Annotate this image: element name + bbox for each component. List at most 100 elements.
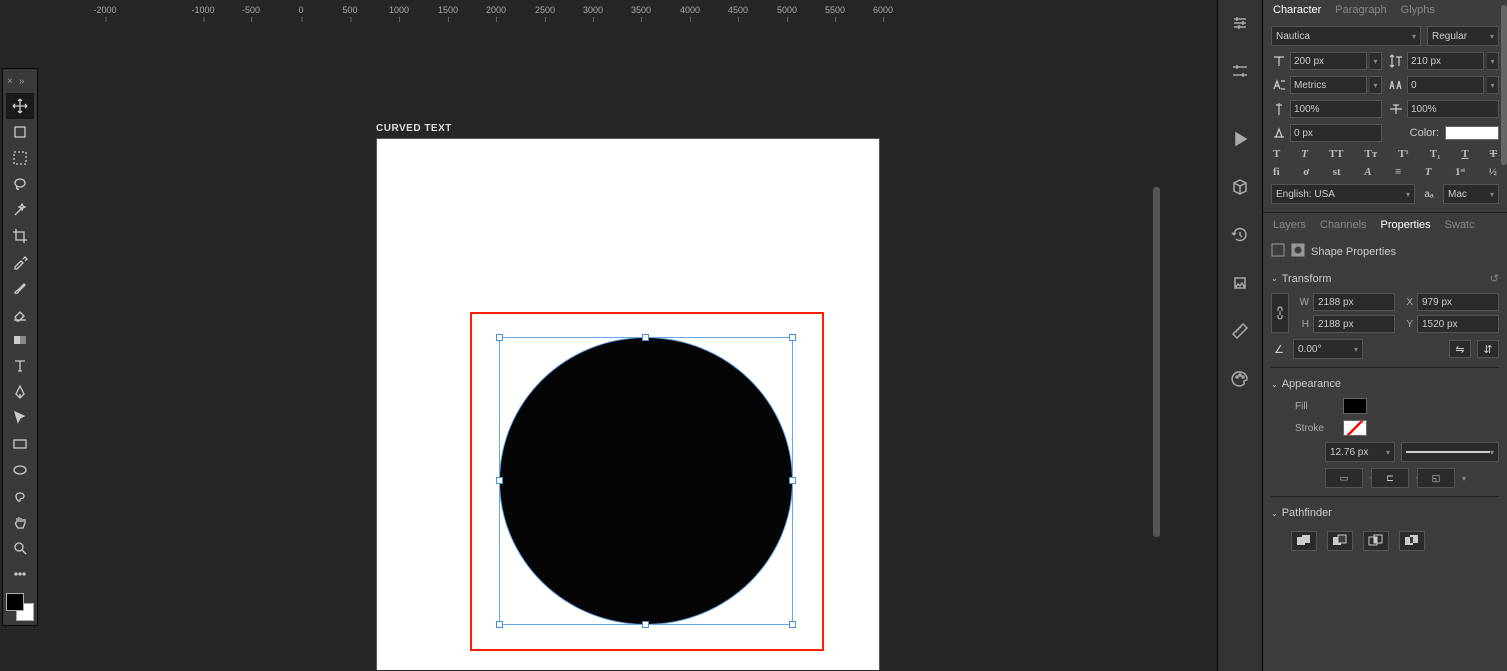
- path-select-tool[interactable]: [6, 405, 34, 431]
- swash-button[interactable]: A: [1364, 166, 1371, 178]
- move-tool[interactable]: [6, 93, 34, 119]
- font-style-dropdown[interactable]: Regular▾: [1427, 26, 1499, 46]
- width-field[interactable]: W2188 px: [1295, 293, 1395, 311]
- hscale-field[interactable]: 100%: [1388, 100, 1499, 118]
- tab-channels[interactable]: Channels: [1320, 219, 1366, 231]
- strikethrough-button[interactable]: T: [1490, 148, 1497, 160]
- antialias-dropdown[interactable]: Mac▾: [1443, 184, 1499, 204]
- section-appearance[interactable]: ⌄ Appearance: [1271, 376, 1499, 392]
- tab-layers[interactable]: Layers: [1273, 219, 1306, 231]
- canvas[interactable]: CURVED TEXT: [40, 25, 1160, 670]
- zoom-tool[interactable]: [6, 535, 34, 561]
- expand-icon[interactable]: »: [19, 76, 25, 87]
- pathfinder-intersect[interactable]: [1363, 531, 1389, 551]
- ruler-tick: 0: [298, 5, 303, 15]
- stroke-align-dropdown[interactable]: ▭: [1325, 468, 1363, 488]
- stroke-caps-dropdown[interactable]: ⊏: [1371, 468, 1409, 488]
- stroke-swatch[interactable]: [1343, 420, 1367, 436]
- more-tools[interactable]: [6, 561, 34, 587]
- subscript-button[interactable]: T₁: [1430, 148, 1441, 160]
- link-wh-button[interactable]: [1271, 293, 1289, 333]
- pen-tool[interactable]: [6, 379, 34, 405]
- type-style-row-2: fi ơ st A ≡ T 1ˢᵗ ½: [1271, 166, 1499, 178]
- stylistic-button[interactable]: st: [1333, 166, 1341, 178]
- lasso-tool[interactable]: [6, 171, 34, 197]
- fractions-button[interactable]: ½: [1489, 166, 1497, 178]
- custom-shape-tool[interactable]: [6, 483, 34, 509]
- pathfinder-unite[interactable]: [1291, 531, 1317, 551]
- superscript-button[interactable]: T¹: [1398, 148, 1409, 160]
- allcaps-button[interactable]: TT: [1329, 148, 1344, 160]
- ordinals-button[interactable]: 1ˢᵗ: [1455, 166, 1465, 178]
- history-icon[interactable]: [1225, 220, 1255, 250]
- underline-button[interactable]: T: [1461, 148, 1468, 160]
- foreground-swatch[interactable]: [6, 593, 24, 611]
- ligature-button[interactable]: fi: [1273, 166, 1280, 178]
- play-icon[interactable]: [1225, 124, 1255, 154]
- fill-swatch[interactable]: [1343, 398, 1367, 414]
- tab-paragraph[interactable]: Paragraph: [1335, 4, 1386, 16]
- baseline-field[interactable]: 0 px: [1271, 124, 1382, 142]
- justification-button[interactable]: ≡: [1395, 166, 1401, 178]
- vscale-field[interactable]: 100%: [1271, 100, 1382, 118]
- ordinal-button[interactable]: ơ: [1303, 166, 1309, 178]
- color-label: Color:: [1410, 127, 1439, 139]
- color-swatches[interactable]: [6, 593, 34, 621]
- adjustments-icon[interactable]: [1225, 8, 1255, 38]
- ruler-tick: 4500: [728, 5, 748, 15]
- x-field[interactable]: X979 px: [1399, 293, 1499, 311]
- library-icon[interactable]: [1225, 268, 1255, 298]
- type-tool[interactable]: [6, 353, 34, 379]
- italic-button[interactable]: T: [1301, 148, 1308, 160]
- reset-transform-icon[interactable]: ↺: [1490, 272, 1499, 285]
- props-tabs: Layers Channels Properties Swatc: [1263, 215, 1507, 235]
- flip-vertical-button[interactable]: ⇵: [1477, 340, 1499, 358]
- tab-glyphs[interactable]: Glyphs: [1401, 4, 1435, 16]
- eyedropper-tool[interactable]: [6, 249, 34, 275]
- pathfinder-subtract[interactable]: [1327, 531, 1353, 551]
- close-icon[interactable]: ×: [7, 76, 13, 87]
- ruler-tick: -500: [242, 5, 260, 15]
- bold-button[interactable]: T: [1273, 148, 1280, 160]
- eraser-tool[interactable]: [6, 301, 34, 327]
- language-dropdown[interactable]: English: USA▾: [1271, 184, 1415, 204]
- canvas-scrollbar[interactable]: [1153, 187, 1160, 537]
- y-field[interactable]: Y1520 px: [1399, 315, 1499, 333]
- height-field[interactable]: H2188 px: [1295, 315, 1395, 333]
- rectangle-tool[interactable]: [6, 431, 34, 457]
- tab-character[interactable]: Character: [1273, 4, 1321, 16]
- stroke-corners-dropdown[interactable]: ◱: [1417, 468, 1455, 488]
- leading-field[interactable]: 210 px▾: [1388, 52, 1499, 70]
- chevron-down-icon: ⌄: [1271, 274, 1278, 283]
- smallcaps-button[interactable]: Tᴛ: [1365, 148, 1378, 160]
- angle-field[interactable]: 0.00°▾: [1293, 339, 1363, 359]
- ruler-tick: 1500: [438, 5, 458, 15]
- pathfinder-exclude[interactable]: [1399, 531, 1425, 551]
- section-transform[interactable]: ⌄ Transform ↺: [1271, 270, 1499, 287]
- section-pathfinder[interactable]: ⌄ Pathfinder: [1271, 505, 1499, 521]
- brush-tool[interactable]: [6, 275, 34, 301]
- ruler-icon[interactable]: [1225, 316, 1255, 346]
- fraction-slash-button[interactable]: T: [1425, 166, 1432, 178]
- stroke-width-field[interactable]: 12.76 px▾: [1325, 442, 1395, 462]
- panel-scrollbar[interactable]: [1501, 0, 1507, 671]
- tab-properties[interactable]: Properties: [1381, 219, 1431, 231]
- font-size-field[interactable]: 200 px▾: [1271, 52, 1382, 70]
- font-family-dropdown[interactable]: Nautica▾: [1271, 26, 1421, 46]
- marquee-tool[interactable]: [6, 145, 34, 171]
- cube-icon[interactable]: [1225, 172, 1255, 202]
- flip-horizontal-button[interactable]: ⇋: [1449, 340, 1471, 358]
- palette-icon[interactable]: [1225, 364, 1255, 394]
- hand-tool[interactable]: [6, 509, 34, 535]
- ellipse-tool[interactable]: [6, 457, 34, 483]
- wand-tool[interactable]: [6, 197, 34, 223]
- kerning-field[interactable]: Metrics▾: [1271, 76, 1382, 94]
- stroke-style-dropdown[interactable]: ▾: [1401, 442, 1499, 462]
- artboard-tool[interactable]: [6, 119, 34, 145]
- gradient-tool[interactable]: [6, 327, 34, 353]
- tab-swatches[interactable]: Swatc: [1445, 219, 1475, 231]
- tracking-field[interactable]: 0▾: [1388, 76, 1499, 94]
- settings-sliders-icon[interactable]: [1225, 56, 1255, 86]
- crop-tool[interactable]: [6, 223, 34, 249]
- text-color-swatch[interactable]: [1445, 126, 1499, 140]
